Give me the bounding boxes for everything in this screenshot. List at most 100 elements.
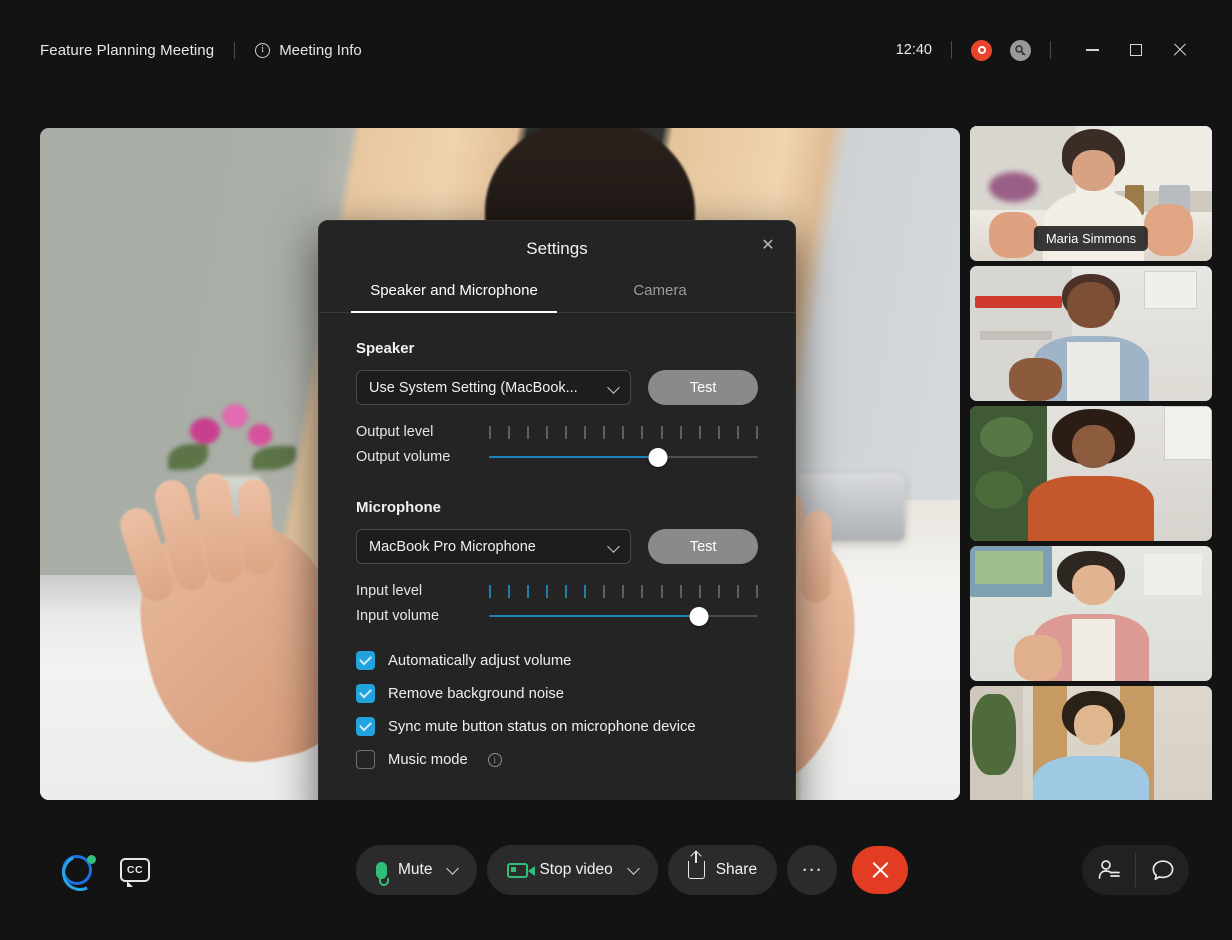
level-tick [546, 585, 548, 598]
checkbox-checked-icon[interactable] [356, 651, 375, 670]
checkbox-row-1[interactable]: Remove background noise [356, 684, 758, 703]
titlebar-separator-1 [951, 41, 952, 59]
level-tick [737, 585, 739, 598]
speaker-device-value: Use System Setting (MacBook... [369, 380, 578, 396]
level-tick [565, 426, 567, 439]
camera-icon [507, 863, 528, 878]
microphone-device-select[interactable]: MacBook Pro Microphone [356, 529, 631, 564]
share-screen-icon [688, 861, 705, 879]
level-tick [622, 585, 624, 598]
stop-video-label: Stop video [539, 861, 612, 879]
clock: 12:40 [896, 42, 932, 58]
participant-thumbnail-0[interactable]: Maria Simmons [970, 126, 1212, 261]
slider-thumb[interactable] [689, 607, 708, 626]
level-tick [699, 426, 701, 439]
level-tick [680, 585, 682, 598]
output-level-row: Output level [356, 424, 758, 440]
participants-icon [1097, 859, 1121, 881]
participant-thumbnail-3[interactable] [970, 546, 1212, 681]
leave-meeting-button[interactable] [852, 846, 908, 894]
level-tick [756, 426, 758, 439]
mute-label: Mute [398, 861, 432, 879]
input-volume-label: Input volume [356, 608, 489, 624]
microphone-heading: Microphone [356, 499, 758, 516]
minimize-button[interactable] [1070, 33, 1114, 67]
input-volume-slider[interactable] [489, 607, 758, 625]
dialog-body: Speaker Use System Setting (MacBook... T… [319, 313, 795, 769]
speaker-device-select[interactable]: Use System Setting (MacBook... [356, 370, 631, 405]
level-tick [641, 585, 643, 598]
captions-icon[interactable]: CC [120, 858, 150, 882]
meeting-toolbar: CC Mute Stop video Share … [0, 800, 1232, 940]
dialog-tabs: Speaker and Microphone Camera [319, 282, 795, 313]
close-icon[interactable]: ✕ [755, 232, 781, 258]
close-icon [871, 861, 889, 879]
tab-speaker-and-microphone[interactable]: Speaker and Microphone [351, 282, 557, 312]
checkbox-label: Music mode [388, 752, 468, 768]
checkbox-row-0[interactable]: Automatically adjust volume [356, 651, 758, 670]
info-icon[interactable]: i [488, 753, 502, 767]
toolbar-center: Mute Stop video Share … [356, 845, 908, 895]
maximize-button[interactable] [1114, 33, 1158, 67]
checkbox-checked-icon[interactable] [356, 717, 375, 736]
speaker-device-row: Use System Setting (MacBook... Test [356, 370, 758, 405]
key-glyph [1014, 44, 1027, 57]
checkbox-label: Automatically adjust volume [388, 653, 571, 669]
checkbox-unchecked-icon[interactable] [356, 750, 375, 769]
checkbox-row-3[interactable]: Music mode i [356, 750, 758, 769]
mute-button[interactable]: Mute [356, 845, 477, 895]
checkbox-row-2[interactable]: Sync mute button status on microphone de… [356, 717, 758, 736]
chevron-down-icon[interactable] [447, 862, 460, 875]
slider-fill [489, 456, 659, 458]
title-bar: Feature Planning Meeting i Meeting Info … [0, 0, 1232, 100]
level-tick [756, 585, 758, 598]
level-tick [489, 426, 491, 439]
tab-label: Camera [633, 282, 686, 299]
microphone-test-button[interactable]: Test [648, 529, 758, 564]
level-tick [508, 426, 510, 439]
close-button[interactable] [1158, 33, 1202, 67]
input-level-label: Input level [356, 583, 489, 599]
share-label: Share [716, 861, 757, 879]
toolbar-left: CC [0, 855, 150, 885]
speaker-test-button[interactable]: Test [648, 370, 758, 405]
ai-companion-icon[interactable] [62, 855, 92, 885]
participants-button[interactable] [1082, 845, 1135, 895]
toolbar-right [1082, 845, 1189, 895]
titlebar-separator-2 [1050, 41, 1051, 59]
input-level-row: Input level [356, 583, 758, 599]
info-icon: i [255, 43, 270, 58]
output-level-label: Output level [356, 424, 489, 440]
slider-thumb[interactable] [649, 448, 668, 467]
level-tick [584, 426, 586, 439]
audio-options-list: Automatically adjust volume Remove backgr… [356, 651, 758, 769]
meeting-info-button[interactable]: i Meeting Info [255, 42, 362, 59]
chevron-down-icon [607, 381, 620, 394]
level-tick [603, 585, 605, 598]
chat-button[interactable] [1136, 845, 1189, 895]
recording-indicator-icon[interactable] [971, 40, 992, 61]
checkbox-checked-icon[interactable] [356, 684, 375, 703]
window-controls [1070, 33, 1202, 67]
microphone-device-value: MacBook Pro Microphone [369, 539, 536, 555]
participant-thumbnail-1[interactable] [970, 266, 1212, 401]
more-options-button[interactable]: … [787, 845, 837, 895]
stop-video-button[interactable]: Stop video [487, 845, 657, 895]
level-tick [699, 585, 701, 598]
chevron-down-icon[interactable] [627, 862, 640, 875]
settings-dialog: Settings ✕ Speaker and Microphone Camera… [318, 220, 796, 820]
level-tick [737, 426, 739, 439]
output-volume-slider[interactable] [489, 448, 758, 466]
level-tick [527, 426, 529, 439]
level-tick [565, 585, 567, 598]
share-button[interactable]: Share [668, 845, 777, 895]
encryption-key-icon[interactable] [1010, 40, 1031, 61]
speaker-heading: Speaker [356, 340, 758, 357]
level-tick [718, 426, 720, 439]
status-dot [87, 855, 96, 864]
level-tick [622, 426, 624, 439]
page-title: Feature Planning Meeting [40, 42, 214, 59]
tab-camera[interactable]: Camera [557, 282, 763, 312]
level-tick [680, 426, 682, 439]
participant-thumbnail-2[interactable] [970, 406, 1212, 541]
